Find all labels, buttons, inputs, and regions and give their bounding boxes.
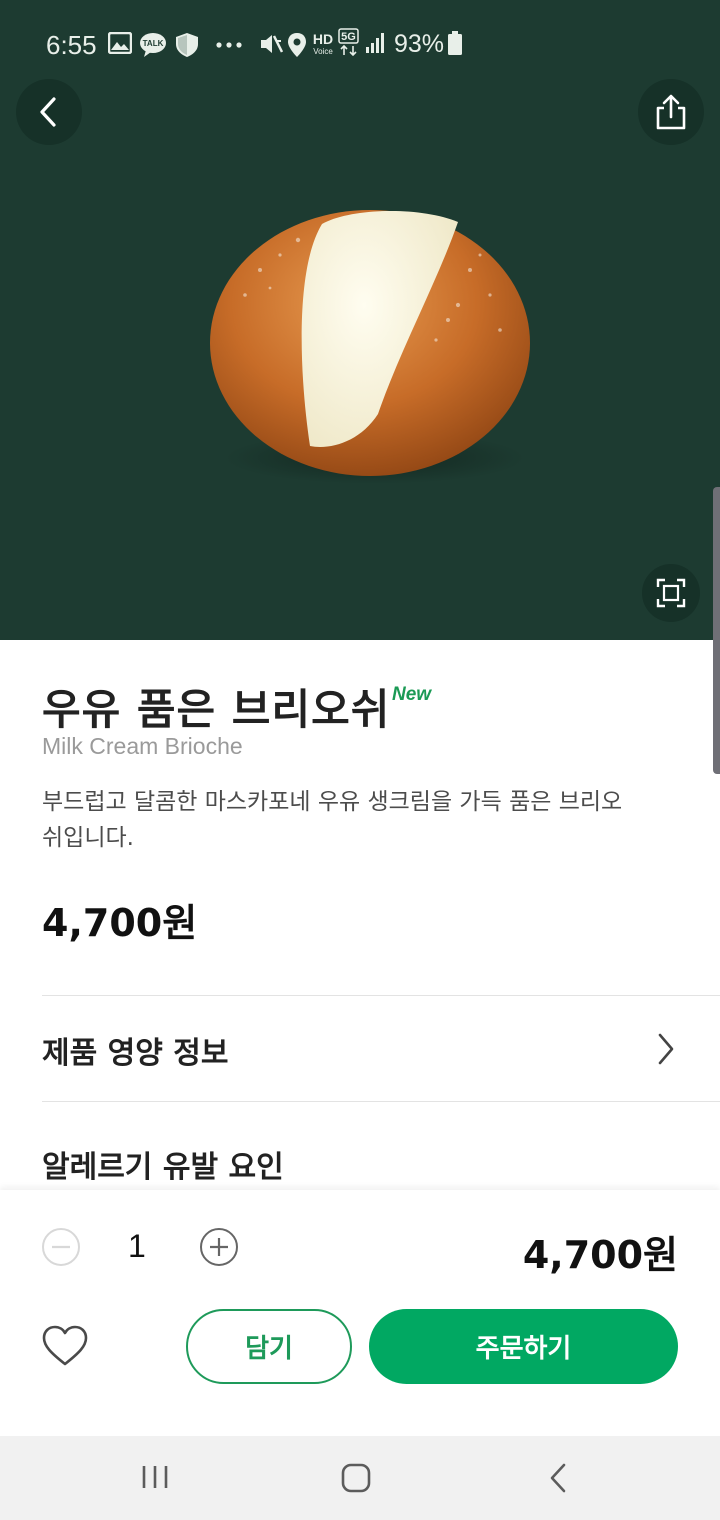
order-button[interactable]: 주문하기	[369, 1309, 678, 1384]
product-name: 우유 품은 브리오쉬	[42, 685, 391, 734]
battery-icon	[448, 31, 462, 55]
favorite-heart-icon[interactable]	[41, 1325, 89, 1367]
product-english-name: Milk Cream Brioche	[42, 733, 243, 759]
svg-text:5G: 5G	[341, 31, 356, 43]
svg-text:Voice: Voice	[313, 47, 333, 56]
increase-quantity-button[interactable]	[199, 1227, 239, 1267]
chevron-left-icon	[40, 97, 56, 127]
svg-text:HD: HD	[313, 31, 333, 47]
nutrition-info-link[interactable]: 제품 영양 정보	[42, 1028, 229, 1072]
add-to-cart-button[interactable]: 담기	[186, 1309, 352, 1384]
product-title-row: 우유 품은 브리오쉬	[42, 676, 390, 737]
hd-voice-icon: HD Voice	[313, 31, 333, 56]
new-badge: New	[392, 684, 432, 705]
chevron-right-icon[interactable]	[656, 1032, 676, 1066]
share-icon	[656, 94, 686, 130]
more-icon	[216, 42, 242, 48]
divider	[42, 995, 720, 996]
status-bar: 6:55 TALK HD Voice 5G 93%	[0, 0, 720, 86]
battery-percent: 93%	[394, 30, 445, 58]
product-price: 4,700원	[42, 901, 198, 945]
home-icon[interactable]	[340, 1462, 372, 1494]
back-button[interactable]	[16, 79, 82, 145]
fullscreen-button[interactable]	[642, 564, 700, 622]
shield-icon	[176, 33, 198, 57]
share-button[interactable]	[638, 79, 704, 145]
status-time: 6:55	[46, 30, 97, 60]
svg-text:TALK: TALK	[143, 39, 164, 48]
signal-icon	[366, 33, 384, 53]
product-hero: 6:55 TALK HD Voice 5G 93%	[0, 0, 720, 640]
talk-icon: TALK	[140, 33, 166, 57]
fullscreen-icon	[656, 578, 686, 608]
divider	[42, 1101, 720, 1102]
back-nav-icon[interactable]	[546, 1462, 570, 1494]
product-description: 부드럽고 달콤한 마스카포네 우유 생크림을 가득 품은 브리오쉬입니다.	[42, 789, 623, 851]
scrollbar[interactable]	[713, 487, 720, 774]
quantity-value: 1	[128, 1228, 146, 1264]
5g-icon: 5G	[338, 28, 359, 56]
recent-apps-icon[interactable]	[140, 1462, 170, 1492]
product-image	[200, 200, 540, 490]
mute-icon	[261, 35, 283, 53]
location-icon	[288, 33, 306, 57]
allergy-info-heading: 알레르기 유발 요인	[42, 1150, 284, 1185]
gallery-icon	[108, 32, 132, 54]
total-price: 4,700원	[522, 1233, 678, 1277]
decrease-quantity-button[interactable]	[41, 1227, 81, 1267]
